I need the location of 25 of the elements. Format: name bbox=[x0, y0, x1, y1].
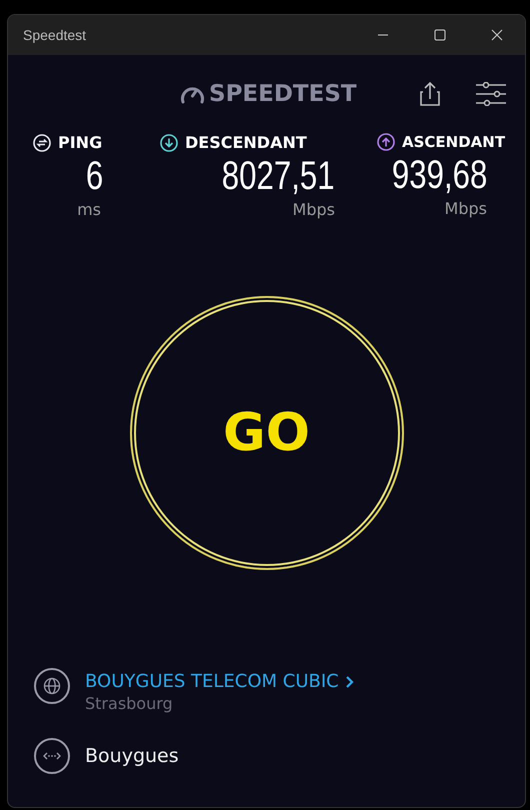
chevron-icon bbox=[344, 674, 355, 688]
ping-icon bbox=[33, 134, 51, 152]
metric-unit: Mbps bbox=[444, 199, 487, 218]
logo-text: SPEEDTEST bbox=[209, 81, 357, 107]
arrow-down-icon bbox=[160, 134, 178, 152]
share-icon[interactable] bbox=[418, 81, 441, 107]
connection-icon bbox=[33, 737, 71, 775]
window-title: Speedtest bbox=[23, 27, 86, 43]
metric-label: DESCENDANT bbox=[185, 133, 307, 152]
server-location: Strasbourg bbox=[85, 694, 174, 713]
go-button[interactable]: GO bbox=[130, 296, 404, 570]
maximize-icon bbox=[434, 29, 446, 41]
metric-label: ASCENDANT bbox=[402, 133, 506, 151]
server-link[interactable]: BOUYGUES TELECOM CUBIC bbox=[85, 671, 339, 692]
provider-name: Bouygues bbox=[85, 745, 179, 767]
metric-label: PING bbox=[58, 133, 102, 152]
metric-unit: ms bbox=[77, 200, 101, 219]
metric-value: 6 bbox=[86, 153, 103, 200]
metric-unit: Mbps bbox=[292, 200, 335, 219]
settings-icon[interactable] bbox=[474, 82, 507, 106]
metric-value: 8027,51 bbox=[222, 153, 335, 200]
close-icon bbox=[490, 29, 502, 41]
metric-value: 939,68 bbox=[392, 152, 487, 199]
arrow-up-icon bbox=[377, 133, 395, 151]
globe-icon bbox=[33, 667, 71, 705]
